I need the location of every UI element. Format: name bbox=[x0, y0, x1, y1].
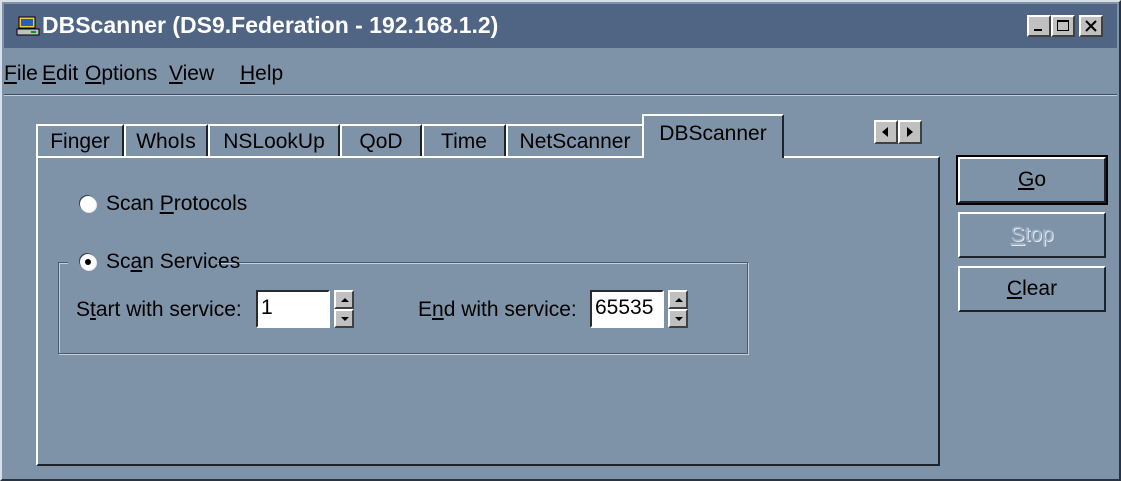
tab-netscanner[interactable]: NetScanner bbox=[506, 124, 644, 158]
close-button[interactable] bbox=[1079, 15, 1103, 37]
scan-services-legend: Scan Services bbox=[68, 250, 240, 274]
end-service-spin-up[interactable] bbox=[668, 290, 688, 309]
tab-finger[interactable]: Finger bbox=[36, 124, 124, 158]
spin-up-icon bbox=[675, 298, 683, 302]
tab-qod[interactable]: QoD bbox=[340, 124, 422, 158]
minimize-icon bbox=[1034, 29, 1042, 31]
tab-time[interactable]: Time bbox=[422, 124, 506, 158]
app-window: DBScanner (DS9.Federation - 192.168.1.2)… bbox=[0, 0, 1121, 481]
tab-scroll-left-button[interactable] bbox=[874, 120, 898, 144]
end-service-label: End with service: bbox=[418, 298, 577, 321]
start-service-label: Start with service: bbox=[76, 298, 242, 321]
menu-view[interactable]: View bbox=[169, 62, 214, 86]
close-icon bbox=[1085, 20, 1097, 32]
radio-selected-dot bbox=[85, 259, 91, 265]
clear-button[interactable]: Clear bbox=[958, 266, 1106, 312]
arrow-left-icon bbox=[882, 127, 888, 137]
spin-down-icon bbox=[341, 317, 349, 321]
start-service-input[interactable]: 1 bbox=[256, 290, 330, 328]
window-title: DBScanner (DS9.Federation - 192.168.1.2) bbox=[42, 12, 499, 38]
scan-protocols-label[interactable]: Scan Protocols bbox=[106, 192, 247, 216]
tab-scroll-right-button[interactable] bbox=[898, 120, 922, 144]
spin-up-icon bbox=[341, 298, 349, 302]
menu-file[interactable]: File bbox=[4, 62, 38, 86]
scan-services-radio[interactable] bbox=[80, 254, 96, 270]
tab-whois[interactable]: WhoIs bbox=[124, 124, 208, 158]
maximize-icon bbox=[1057, 20, 1069, 31]
tab-nslookup[interactable]: NSLookUp bbox=[208, 124, 340, 158]
start-service-spin-down[interactable] bbox=[334, 309, 354, 328]
go-button[interactable]: Go bbox=[958, 157, 1106, 203]
maximize-button[interactable] bbox=[1051, 15, 1075, 37]
start-service-spin-up[interactable] bbox=[334, 290, 354, 309]
stop-button[interactable]: Stop bbox=[958, 212, 1106, 258]
menu-options[interactable]: Options bbox=[85, 62, 157, 86]
end-service-input[interactable]: 65535 bbox=[590, 290, 664, 328]
minimize-button[interactable] bbox=[1027, 15, 1051, 37]
spin-down-icon bbox=[675, 317, 683, 321]
end-service-spin-down[interactable] bbox=[668, 309, 688, 328]
network-scanner-icon bbox=[16, 15, 40, 37]
menu-bar: File Edit Options View Help bbox=[4, 50, 1117, 90]
menu-separator bbox=[4, 94, 1117, 96]
arrow-right-icon bbox=[907, 127, 913, 137]
scan-protocols-radio[interactable] bbox=[80, 196, 96, 212]
menu-help[interactable]: Help bbox=[240, 62, 283, 86]
menu-edit[interactable]: Edit bbox=[42, 62, 78, 86]
title-bar[interactable]: DBScanner (DS9.Federation - 192.168.1.2) bbox=[4, 4, 1117, 48]
scan-services-label[interactable]: Scan Services bbox=[106, 250, 240, 273]
tab-dbscanner[interactable]: DBScanner bbox=[642, 114, 784, 158]
